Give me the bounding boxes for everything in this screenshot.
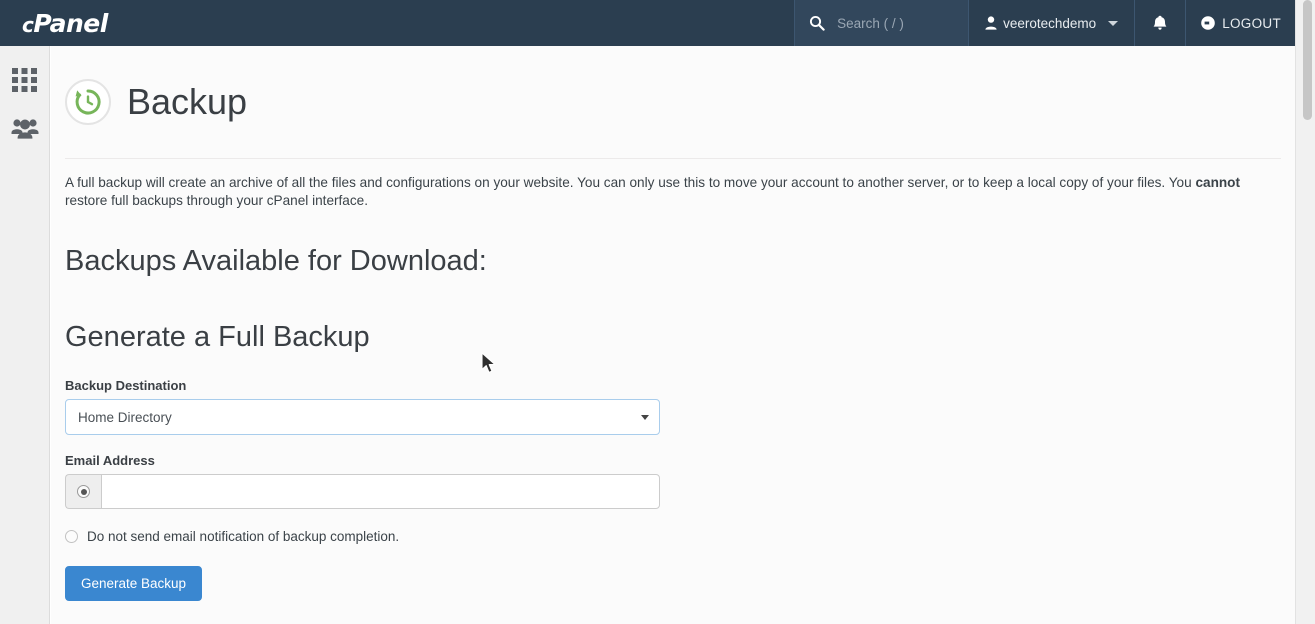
brand-name-c: c bbox=[22, 12, 34, 37]
user-menu[interactable]: veerotechdemo bbox=[969, 0, 1136, 46]
main-content: Backup A full backup will create an arch… bbox=[51, 46, 1295, 624]
logout-button[interactable]: LOGOUT bbox=[1186, 0, 1295, 46]
logout-label: LOGOUT bbox=[1222, 15, 1281, 31]
people-icon bbox=[11, 117, 39, 139]
grid-icon bbox=[12, 67, 38, 93]
scrollbar-thumb[interactable] bbox=[1303, 0, 1312, 120]
cpanel-backup-page: cPanel Search ( / ) veerotechdemo LOGOUT… bbox=[0, 0, 1315, 624]
page-description: A full backup will create an archive of … bbox=[65, 174, 1281, 210]
no-email-notification-label: Do not send email notification of backup… bbox=[87, 529, 400, 545]
bell-icon bbox=[1153, 15, 1167, 31]
page-header: Backup bbox=[65, 46, 1281, 160]
email-address-group bbox=[65, 474, 660, 510]
sidebar-item-user-manager[interactable] bbox=[0, 104, 50, 152]
radio-unselected-icon bbox=[65, 530, 78, 544]
search-input[interactable]: Search ( / ) bbox=[794, 0, 970, 46]
send-email-radio[interactable] bbox=[65, 474, 101, 510]
sign-out-icon bbox=[1200, 15, 1216, 31]
search-icon bbox=[809, 15, 825, 31]
generate-full-backup-heading: Generate a Full Backup bbox=[65, 321, 370, 354]
user-icon bbox=[985, 16, 997, 30]
generate-backup-form: Backup Destination Home Directory Email … bbox=[65, 378, 1281, 602]
notifications-button[interactable] bbox=[1135, 0, 1187, 46]
brand-name-rest: Panel bbox=[33, 8, 108, 38]
left-sidebar bbox=[0, 46, 50, 624]
sidebar-item-apps-grid[interactable] bbox=[0, 56, 50, 104]
page-scrollbar[interactable] bbox=[1295, 0, 1315, 624]
search-placeholder: Search ( / ) bbox=[837, 15, 904, 31]
top-navigation-bar: cPanel Search ( / ) veerotechdemo LOGOUT bbox=[0, 0, 1295, 46]
no-email-notification-option[interactable]: Do not send email notification of backup… bbox=[65, 529, 1281, 544]
backup-destination-value: Home Directory bbox=[78, 409, 172, 425]
radio-selected-icon bbox=[77, 485, 90, 499]
backup-destination-select[interactable]: Home Directory bbox=[65, 399, 660, 436]
backup-destination-label: Backup Destination bbox=[65, 378, 187, 394]
intro-text-part1: A full backup will create an archive of … bbox=[65, 175, 1196, 191]
backups-available-heading: Backups Available for Download: bbox=[65, 245, 487, 278]
intro-text-part2: restore full backups through your cPanel… bbox=[65, 193, 369, 209]
email-address-input[interactable] bbox=[101, 474, 660, 510]
email-address-label: Email Address bbox=[65, 453, 155, 469]
user-name-label: veerotechdemo bbox=[1003, 15, 1097, 31]
intro-text-bold: cannot bbox=[1195, 175, 1241, 191]
chevron-down-icon bbox=[641, 415, 649, 421]
page-title: Backup bbox=[127, 81, 248, 123]
cpanel-logo[interactable]: cPanel bbox=[0, 0, 150, 46]
backup-restore-clock-icon bbox=[65, 79, 111, 126]
chevron-down-icon bbox=[1108, 20, 1119, 26]
generate-backup-button[interactable]: Generate Backup bbox=[65, 566, 203, 602]
